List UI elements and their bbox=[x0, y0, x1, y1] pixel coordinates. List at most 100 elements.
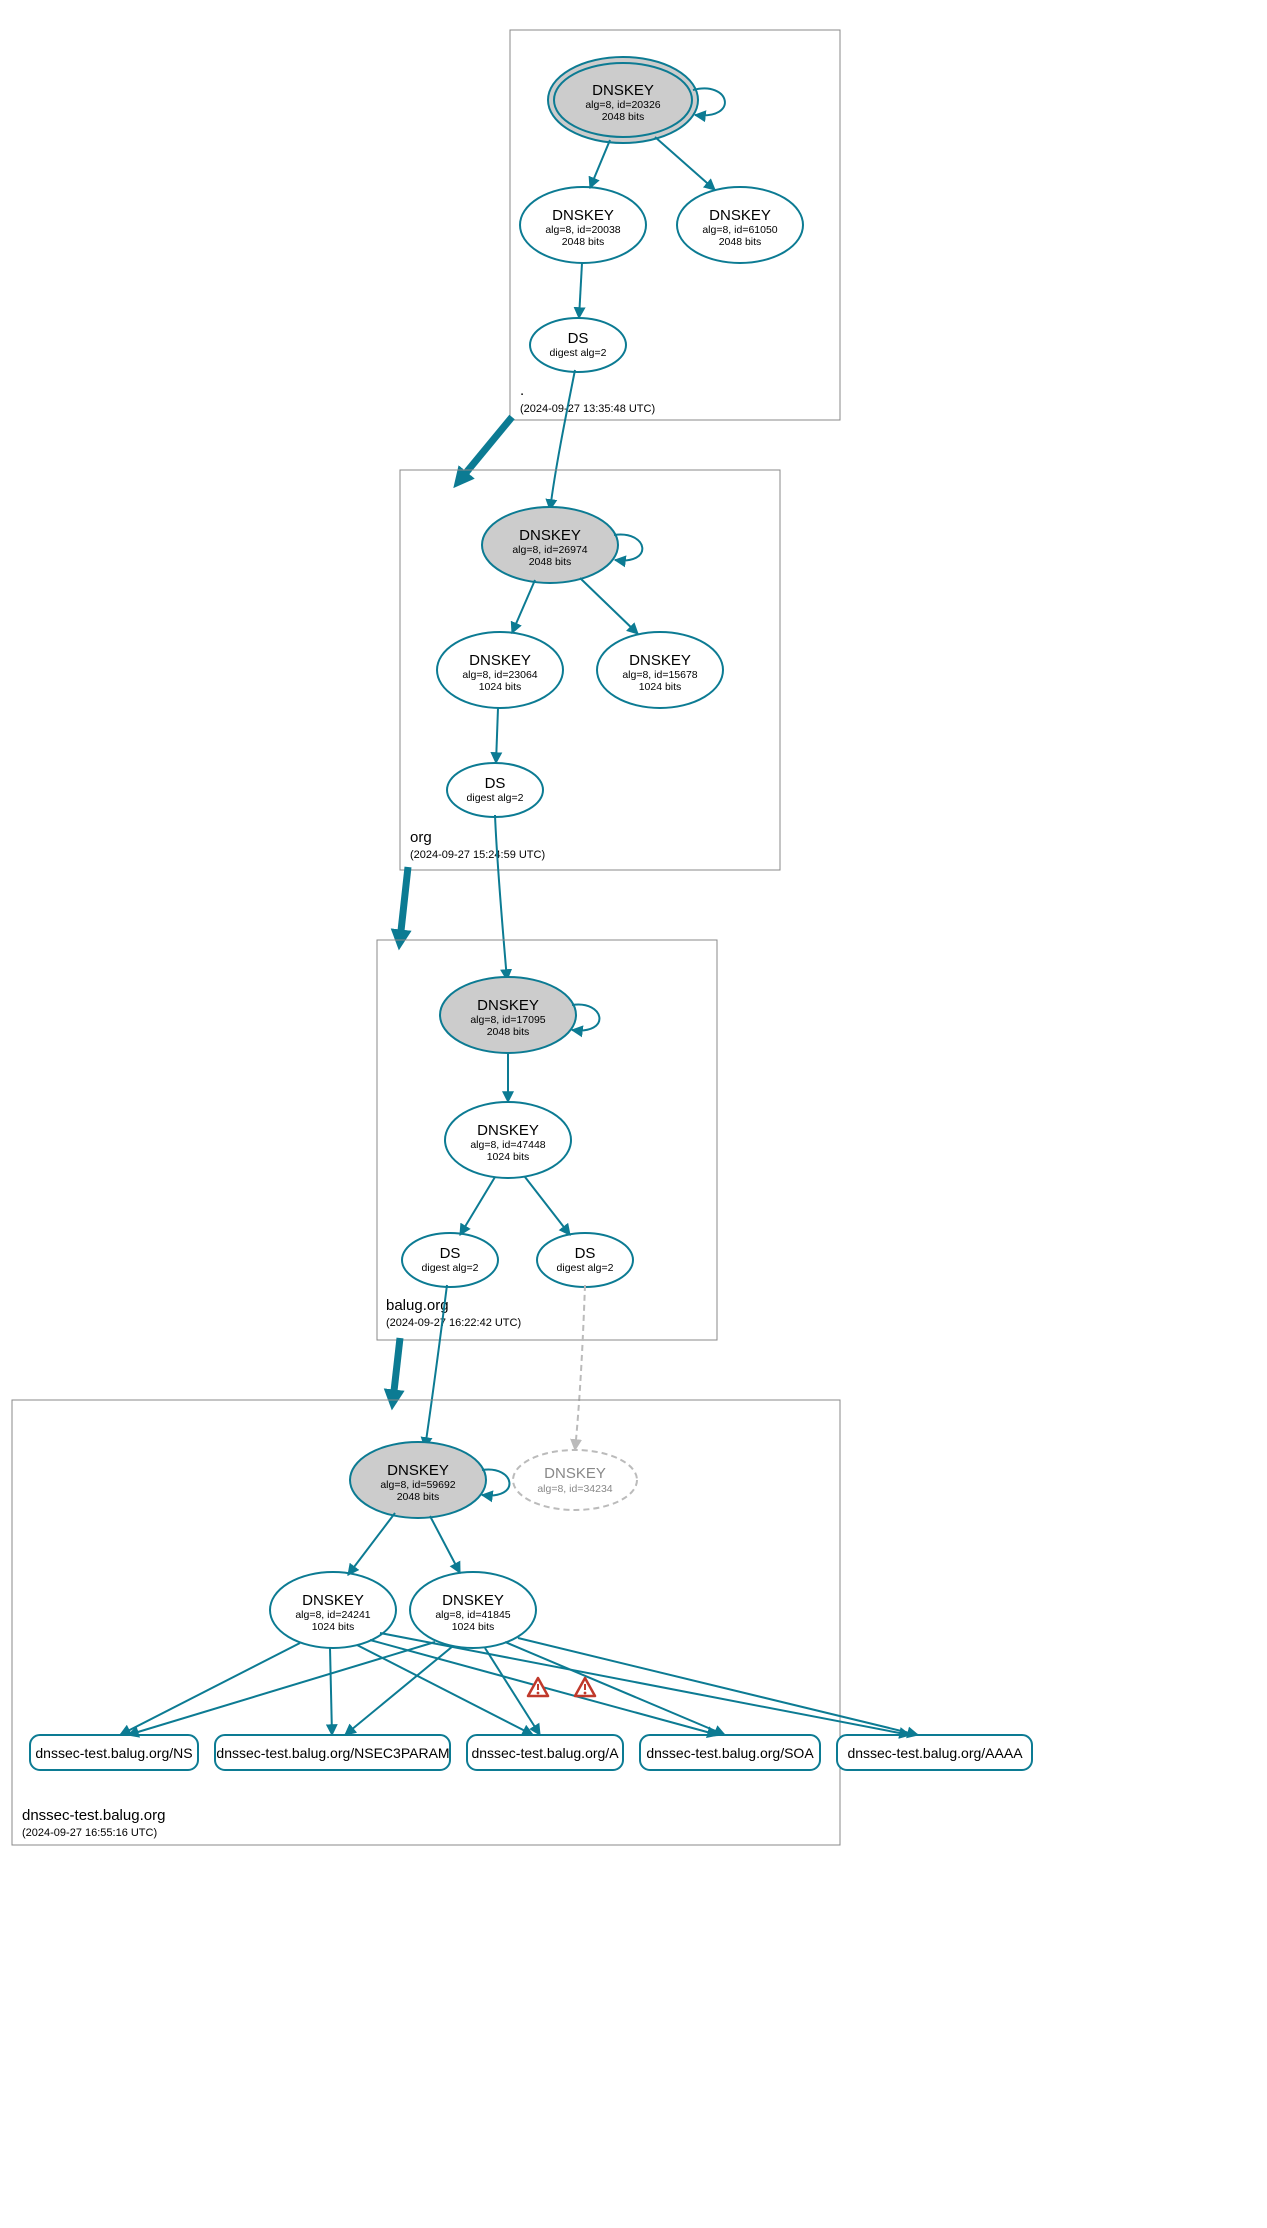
dt-ksk-label: DNSKEY bbox=[387, 1462, 449, 1479]
dt-zsk-b-node: DNSKEY alg=8, id=41845 1024 bits bbox=[410, 1572, 536, 1648]
balug-zsk-bits: 1024 bits bbox=[487, 1151, 530, 1163]
org-ksk-bits: 2048 bits bbox=[529, 556, 572, 568]
org-ds-label: DS bbox=[485, 775, 506, 792]
balug-ds-a-label: DS bbox=[440, 1245, 461, 1262]
edge-dt-ksk-zska bbox=[348, 1513, 395, 1575]
zone-balug: DNSKEY alg=8, id=17095 2048 bits DNSKEY … bbox=[377, 940, 717, 1340]
org-zsk-a-label: DNSKEY bbox=[469, 652, 531, 669]
balug-zsk-alg: alg=8, id=47448 bbox=[470, 1139, 545, 1151]
edge-dt-zska-nsec3 bbox=[330, 1648, 332, 1735]
dt-zone-time: (2024-09-27 16:55:16 UTC) bbox=[22, 1827, 157, 1839]
dt-rrset-aaaa: dnssec-test.balug.org/AAAA bbox=[847, 1745, 1023, 1761]
balug-zone-name: balug.org bbox=[386, 1297, 449, 1314]
balug-zsk-node: DNSKEY alg=8, id=47448 1024 bits bbox=[445, 1102, 571, 1178]
root-zsk-a-label: DNSKEY bbox=[552, 207, 614, 224]
dt-zsk-b-bits: 1024 bits bbox=[452, 1621, 495, 1633]
root-zsk-b-bits: 2048 bits bbox=[719, 236, 762, 248]
balug-ds-b-label: DS bbox=[575, 1245, 596, 1262]
balug-ksk-label: DNSKEY bbox=[477, 997, 539, 1014]
dt-rrset-nsec3param-node: dnssec-test.balug.org/NSEC3PARAM bbox=[215, 1735, 450, 1770]
balug-ksk-bits: 2048 bits bbox=[487, 1026, 530, 1038]
root-ds-node: DS digest alg=2 bbox=[530, 318, 626, 372]
org-zsk-a-alg: alg=8, id=23064 bbox=[462, 669, 537, 681]
balug-ds-b-alg: digest alg=2 bbox=[557, 1262, 614, 1274]
org-zsk-b-bits: 1024 bits bbox=[639, 681, 682, 693]
edge-org-ksk-zskb bbox=[580, 578, 638, 634]
dt-rrset-ns-node: dnssec-test.balug.org/NS bbox=[30, 1735, 198, 1770]
org-zsk-b-alg: alg=8, id=15678 bbox=[622, 669, 697, 681]
edge-dt-zskb-ns bbox=[128, 1642, 435, 1735]
balug-ksk-alg: alg=8, id=17095 bbox=[470, 1014, 545, 1026]
edge-balug-dsb-dt-revoked bbox=[575, 1285, 585, 1450]
org-ksk-alg: alg=8, id=26974 bbox=[512, 544, 587, 556]
balug-ds-b-node: DS digest alg=2 bbox=[537, 1233, 633, 1287]
dt-rrset-a: dnssec-test.balug.org/A bbox=[471, 1745, 619, 1761]
warning-icon bbox=[575, 1678, 595, 1696]
edge-org-zska-ds bbox=[496, 708, 498, 763]
root-zone-name: . bbox=[520, 382, 524, 399]
dt-ksk-alg: alg=8, id=59692 bbox=[380, 1479, 455, 1491]
dt-zsk-a-alg: alg=8, id=24241 bbox=[295, 1609, 370, 1621]
root-zsk-b-alg: alg=8, id=61050 bbox=[702, 224, 777, 236]
org-zone-name: org bbox=[410, 829, 432, 846]
edge-dt-zska-ns bbox=[120, 1643, 300, 1735]
balug-zsk-label: DNSKEY bbox=[477, 1122, 539, 1139]
org-zsk-b-label: DNSKEY bbox=[629, 652, 691, 669]
dt-rrset-soa: dnssec-test.balug.org/SOA bbox=[646, 1745, 814, 1761]
root-ksk-label: DNSKEY bbox=[592, 82, 654, 99]
dt-rrset-aaaa-node: dnssec-test.balug.org/AAAA bbox=[837, 1735, 1032, 1770]
dt-rrset-nsec3param: dnssec-test.balug.org/NSEC3PARAM bbox=[216, 1745, 449, 1761]
org-ds-alg: digest alg=2 bbox=[467, 792, 524, 804]
root-ksk-bits: 2048 bits bbox=[602, 111, 645, 123]
org-zone-time: (2024-09-27 15:24:59 UTC) bbox=[410, 849, 545, 861]
dt-revoked-node: DNSKEY alg=8, id=34234 bbox=[513, 1450, 637, 1510]
root-ksk-node: DNSKEY alg=8, id=20326 2048 bits bbox=[548, 57, 698, 143]
root-zsk-a-node: DNSKEY alg=8, id=20038 2048 bits bbox=[520, 187, 646, 263]
edge-dt-zskb-aaaa bbox=[518, 1638, 918, 1735]
edge-org-ksk-zska bbox=[512, 580, 535, 633]
dt-ksk-bits: 2048 bits bbox=[397, 1491, 440, 1503]
root-zsk-b-label: DNSKEY bbox=[709, 207, 771, 224]
zone-dnssec-test: DNSKEY alg=8, id=59692 2048 bits DNSKEY … bbox=[12, 1400, 1032, 1845]
dt-ksk-node: DNSKEY alg=8, id=59692 2048 bits bbox=[350, 1442, 486, 1518]
edge-root-zska-ds bbox=[579, 263, 582, 318]
dt-zone-name: dnssec-test.balug.org bbox=[22, 1807, 165, 1824]
dt-revoked-label: DNSKEY bbox=[544, 1465, 606, 1482]
edge-root-ksk-zskb bbox=[655, 137, 715, 190]
dt-rrset-soa-node: dnssec-test.balug.org/SOA bbox=[640, 1735, 820, 1770]
dt-zsk-b-alg: alg=8, id=41845 bbox=[435, 1609, 510, 1621]
dt-zsk-a-node: DNSKEY alg=8, id=24241 1024 bits bbox=[270, 1572, 396, 1648]
zone-root: DNSKEY alg=8, id=20326 2048 bits DNSKEY … bbox=[510, 30, 840, 420]
edge-root-ksk-zska bbox=[590, 140, 610, 188]
zone-org: DNSKEY alg=8, id=26974 2048 bits DNSKEY … bbox=[400, 470, 780, 870]
root-zone-time: (2024-09-27 13:35:48 UTC) bbox=[520, 403, 655, 415]
edge-root-ds-org-ksk bbox=[550, 370, 575, 510]
dt-zsk-a-bits: 1024 bits bbox=[312, 1621, 355, 1633]
dt-revoked-alg: alg=8, id=34234 bbox=[537, 1483, 612, 1495]
dt-rrset-a-node: dnssec-test.balug.org/A bbox=[467, 1735, 623, 1770]
org-ksk-label: DNSKEY bbox=[519, 527, 581, 544]
balug-ds-a-node: DS digest alg=2 bbox=[402, 1233, 498, 1287]
edge-dt-ksk-zskb bbox=[430, 1516, 460, 1573]
balug-ds-a-alg: digest alg=2 bbox=[422, 1262, 479, 1274]
org-ds-node: DS digest alg=2 bbox=[447, 763, 543, 817]
org-ksk-node: DNSKEY alg=8, id=26974 2048 bits bbox=[482, 507, 618, 583]
dt-zsk-a-label: DNSKEY bbox=[302, 1592, 364, 1609]
delegation-balug-dnssectest bbox=[393, 1338, 400, 1400]
org-zsk-a-bits: 1024 bits bbox=[479, 681, 522, 693]
root-zsk-b-node: DNSKEY alg=8, id=61050 2048 bits bbox=[677, 187, 803, 263]
root-ds-alg: digest alg=2 bbox=[550, 347, 607, 359]
root-zsk-a-bits: 2048 bits bbox=[562, 236, 605, 248]
balug-zone-time: (2024-09-27 16:22:42 UTC) bbox=[386, 1317, 521, 1329]
root-zsk-a-alg: alg=8, id=20038 bbox=[545, 224, 620, 236]
edge-dt-zska-aaaa bbox=[380, 1633, 910, 1735]
delegation-root-org bbox=[460, 417, 512, 480]
root-ksk-alg: alg=8, id=20326 bbox=[585, 99, 660, 111]
edge-dt-zskb-nsec3 bbox=[345, 1646, 453, 1735]
edge-balug-zsk-dsb bbox=[525, 1177, 570, 1235]
root-ds-label: DS bbox=[568, 330, 589, 347]
edge-balug-zsk-dsa bbox=[460, 1177, 495, 1235]
dt-zsk-b-label: DNSKEY bbox=[442, 1592, 504, 1609]
delegation-org-balug bbox=[400, 867, 408, 940]
edge-org-ds-balug-ksk bbox=[495, 815, 507, 980]
